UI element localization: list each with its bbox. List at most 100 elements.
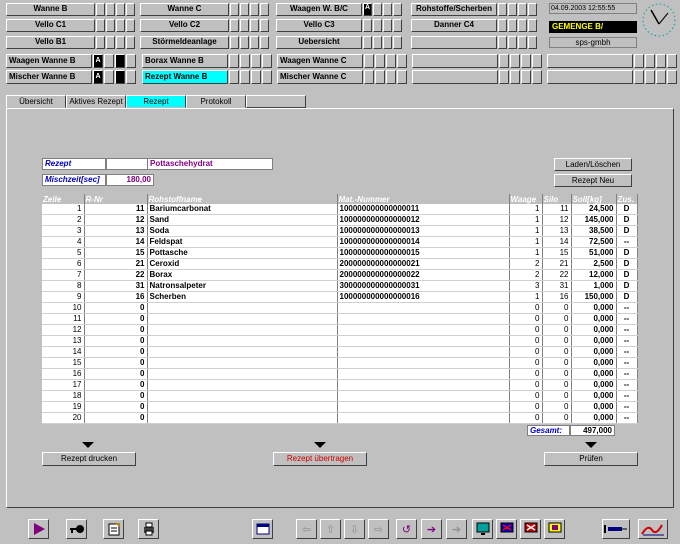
cell-waage[interactable]: 0 (509, 302, 543, 315)
cell-rohstoffname[interactable] (147, 302, 338, 315)
line-rezept-wanne-b[interactable]: Rezept Wanne B (142, 70, 228, 84)
cell-mat-nummer[interactable]: 100000000000000015 (337, 247, 510, 260)
cell-zus[interactable]: -- (616, 236, 638, 249)
cell-zus[interactable]: D (616, 258, 638, 271)
cell-rohstoffname[interactable]: Feldspat (147, 236, 338, 249)
play-icon[interactable] (28, 519, 49, 539)
cell-soll[interactable]: 0,000 (571, 412, 617, 425)
forward-icon[interactable]: ➔ (421, 519, 442, 539)
arrow-up-icon[interactable]: ⇧ (320, 519, 341, 539)
cell-silo[interactable]: 0 (542, 412, 572, 425)
cell-soll[interactable]: 0,000 (571, 379, 617, 392)
cell-zus[interactable]: -- (616, 379, 638, 392)
line-empty-slot[interactable] (547, 54, 633, 68)
arrow-down-icon[interactable]: ⇩ (344, 519, 365, 539)
cell-soll[interactable]: 0,000 (571, 324, 617, 337)
cell-zeile[interactable]: 18 (42, 390, 85, 403)
table-row[interactable]: 4 14 Feldspat 100000000000000014 1 14 72,500 -- (42, 236, 638, 249)
cell-rohstoffname[interactable]: Pottasche (147, 247, 338, 260)
cell-zus[interactable]: D (616, 247, 638, 260)
cell-rohstoffname[interactable] (147, 346, 338, 359)
cell-zeile[interactable]: 1 (42, 204, 85, 216)
table-row[interactable]: 20 0 0 0 0,000 -- (42, 412, 638, 425)
line-mischer-wanne-c[interactable]: Mischer Wanne C (277, 70, 363, 84)
printer-icon[interactable] (138, 519, 159, 539)
cell-silo[interactable]: 0 (542, 368, 572, 381)
line-borax-wanne-b[interactable]: Borax Wanne B (142, 54, 228, 68)
monitor-stop-icon[interactable] (520, 519, 541, 539)
cell-soll[interactable]: 0,000 (571, 313, 617, 326)
cell-waage[interactable]: 0 (509, 324, 543, 337)
cell-rohstoffname[interactable] (147, 324, 338, 337)
cell-silo[interactable]: 14 (542, 236, 572, 249)
table-row[interactable]: 17 0 0 0 0,000 -- (42, 379, 638, 392)
cell-silo[interactable]: 0 (542, 335, 572, 348)
cell-r-nr[interactable]: 0 (84, 390, 148, 403)
cell-zus[interactable]: D (616, 291, 638, 304)
cell-silo[interactable]: 31 (542, 280, 572, 293)
cell-soll[interactable]: 72,500 (571, 236, 617, 249)
cell-zus[interactable]: -- (616, 313, 638, 326)
cell-zus[interactable]: -- (616, 390, 638, 403)
cell-zeile[interactable]: 3 (42, 225, 85, 238)
nav-wanne-c[interactable]: Wanne C (140, 3, 229, 16)
cell-zeile[interactable]: 19 (42, 401, 85, 414)
nav-danner-c4[interactable]: Danner C4 (411, 19, 497, 32)
cell-zus[interactable]: D (616, 280, 638, 293)
cell-waage[interactable]: 0 (509, 335, 543, 348)
cell-zeile[interactable]: 12 (42, 324, 85, 337)
cell-silo[interactable]: 16 (542, 291, 572, 304)
cell-rohstoffname[interactable] (147, 357, 338, 370)
nav-stoermeldeanlage[interactable]: Störmeldeanlage (140, 36, 229, 49)
cell-silo[interactable]: 15 (542, 247, 572, 260)
cell-silo[interactable]: 0 (542, 324, 572, 337)
nav-wanne-b[interactable]: Wanne B (6, 3, 95, 16)
cell-mat-nummer[interactable] (337, 401, 510, 414)
cell-rohstoffname[interactable] (147, 335, 338, 348)
cell-waage[interactable]: 3 (509, 280, 543, 293)
monitor-report-icon[interactable] (544, 519, 565, 539)
cell-r-nr[interactable]: 0 (84, 412, 148, 425)
cell-silo[interactable]: 22 (542, 269, 572, 282)
pruefen-button[interactable]: Prüfen (544, 452, 638, 466)
cell-r-nr[interactable]: 0 (84, 357, 148, 370)
cell-zus[interactable]: D (616, 225, 638, 238)
cell-zus[interactable]: -- (616, 335, 638, 348)
cell-zus[interactable]: -- (616, 412, 638, 425)
arrow-left-icon[interactable]: ⇦ (296, 519, 317, 539)
cell-r-nr[interactable]: 0 (84, 401, 148, 414)
cell-r-nr[interactable]: 11 (84, 204, 148, 216)
tab-protokoll[interactable]: Protokoll (186, 95, 246, 108)
cell-r-nr[interactable]: 0 (84, 313, 148, 326)
cell-zeile[interactable]: 7 (42, 269, 85, 282)
cell-soll[interactable]: 51,000 (571, 247, 617, 260)
table-row[interactable]: 2 12 Sand 100000000000000012 1 12 145,000 D (42, 214, 638, 227)
cell-waage[interactable]: 2 (509, 269, 543, 282)
cell-zeile[interactable]: 13 (42, 335, 85, 348)
cell-rohstoffname[interactable] (147, 401, 338, 414)
cell-waage[interactable]: 1 (509, 291, 543, 304)
cell-rohstoffname[interactable]: Soda (147, 225, 338, 238)
cell-silo[interactable]: 0 (542, 401, 572, 414)
cell-mat-nummer[interactable] (337, 357, 510, 370)
table-row[interactable]: 13 0 0 0 0,000 -- (42, 335, 638, 348)
cell-rohstoffname[interactable] (147, 390, 338, 403)
laden-loeschen-button[interactable]: Laden/Löschen (554, 158, 632, 171)
table-row[interactable]: 11 0 0 0 0,000 -- (42, 313, 638, 326)
cell-mat-nummer[interactable]: 300000000000000031 (337, 280, 510, 293)
cell-zeile[interactable]: 4 (42, 236, 85, 249)
cell-mat-nummer[interactable] (337, 368, 510, 381)
cell-soll[interactable]: 12,000 (571, 269, 617, 282)
cell-waage[interactable]: 1 (509, 225, 543, 238)
cell-soll[interactable]: 0,000 (571, 368, 617, 381)
cell-silo[interactable]: 0 (542, 313, 572, 326)
cell-zus[interactable]: -- (616, 346, 638, 359)
nav-rohstoffe-scherben[interactable]: Rohstoffe/Scherben (411, 3, 497, 16)
cell-mat-nummer[interactable] (337, 379, 510, 392)
cell-zeile[interactable]: 8 (42, 280, 85, 293)
signature-icon[interactable] (638, 519, 668, 539)
cell-silo[interactable]: 13 (542, 225, 572, 238)
table-row[interactable]: 16 0 0 0 0,000 -- (42, 368, 638, 381)
cell-mat-nummer[interactable] (337, 346, 510, 359)
cell-zus[interactable]: -- (616, 368, 638, 381)
